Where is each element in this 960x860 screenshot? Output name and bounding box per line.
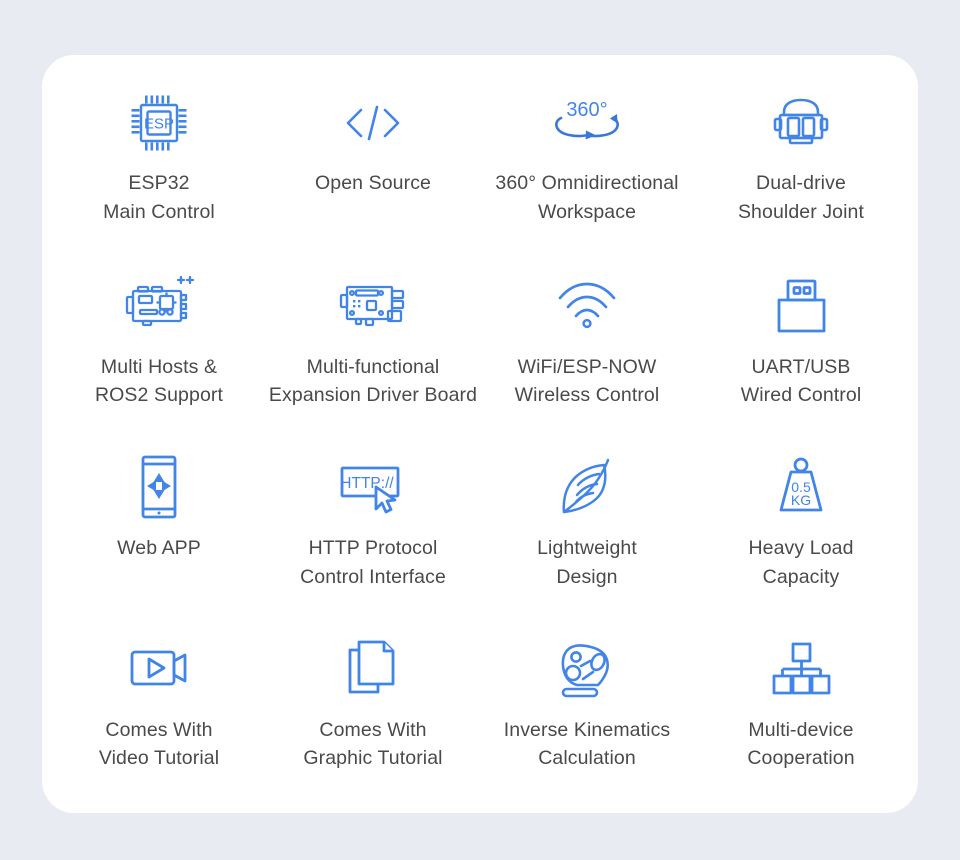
feature-cell-uart-usb-wired-control: UART/USB Wired Control <box>694 255 908 437</box>
feature-label: Lightweight Design <box>537 537 637 588</box>
feature-label: WiFi/ESP-NOW Wireless Control <box>514 355 660 407</box>
code-brackets-icon <box>337 87 409 159</box>
feature-cell-dual-drive-shoulder-joint: Dual-drive Shoulder Joint <box>694 73 908 255</box>
video-camera-icon <box>121 632 197 706</box>
feature-label: Comes With Video Tutorial <box>98 718 220 770</box>
device-hierarchy-icon <box>766 632 836 706</box>
feature-cell-comes-with-graphic-tutorial: Comes With Graphic Tutorial <box>266 618 480 800</box>
feature-card: ESP ESP32 Main Control Open Source 360° … <box>42 55 918 813</box>
documents-icon <box>340 632 406 706</box>
feature-cell-esp32-main-control: ESP ESP32 Main Control <box>52 73 266 255</box>
usb-connector-icon <box>768 269 834 343</box>
feature-label: Web APP <box>117 537 201 559</box>
feature-cell-http-protocol-control-interface: HTTP:// HTTP Protocol Control Interface <box>266 436 480 618</box>
feather-icon <box>551 450 623 524</box>
feature-label: Comes With Graphic Tutorial <box>303 718 443 770</box>
wifi-icon <box>551 269 623 343</box>
esp32-chip-icon: ESP <box>123 87 195 159</box>
feature-cell-inverse-kinematics-calculation: Inverse Kinematics Calculation <box>480 618 694 800</box>
feature-label: UART/USB Wired Control <box>740 355 862 407</box>
expansion-driver-board-icon <box>336 269 410 343</box>
feature-label: Dual-drive Shoulder Joint <box>737 172 865 223</box>
robot-arm-joints-icon <box>551 632 623 706</box>
feature-grid: ESP ESP32 Main Control Open Source 360° … <box>42 55 918 813</box>
feature-cell-wifi-espnow-wireless-control: WiFi/ESP-NOW Wireless Control <box>480 255 694 437</box>
feature-cell-multi-device-cooperation: Multi-device Cooperation <box>694 618 908 800</box>
feature-label: Multi Hosts & ROS2 Support <box>94 355 224 407</box>
feature-cell-web-app: Web APP <box>52 436 266 618</box>
feature-label: Heavy Load Capacity <box>748 537 854 588</box>
feature-label: ESP32 Main Control <box>103 172 215 223</box>
esp32-chip-icon-text: ESP <box>144 116 174 133</box>
rotation-360-icon-text: 360° <box>566 99 607 121</box>
rotation-360-icon: 360° <box>539 87 635 159</box>
feature-label: 360° Omnidirectional Workspace <box>495 172 679 223</box>
feature-label: HTTP Protocol Control Interface <box>300 537 446 588</box>
http-cursor-icon-text: HTTP:// <box>340 475 394 492</box>
http-cursor-icon: HTTP:// <box>333 450 413 524</box>
feature-cell-open-source: Open Source <box>266 73 480 255</box>
feature-cell-heavy-load-capacity: 0.5 KG Heavy Load Capacity <box>694 436 908 618</box>
feature-label: Open Source <box>314 172 431 194</box>
feature-label: Multi-functional Expansion Driver Board <box>268 355 478 407</box>
feature-cell-comes-with-video-tutorial: Comes With Video Tutorial <box>52 618 266 800</box>
feature-cell-multi-hosts-ros2-support: Multi Hosts & ROS2 Support <box>52 255 266 437</box>
feature-cell-lightweight-design: Lightweight Design <box>480 436 694 618</box>
multi-host-board-icon <box>121 269 197 343</box>
feature-label: Inverse Kinematics Calculation <box>503 718 671 770</box>
dual-motor-joint-icon <box>765 87 837 159</box>
feature-cell-360-omnidirectional-workspace: 360° 360° Omnidirectional Workspace <box>480 73 694 255</box>
weight-icon: 0.5 KG <box>766 450 836 524</box>
feature-label: Multi-device Cooperation <box>747 718 855 770</box>
tablet-dpad-icon <box>128 450 190 524</box>
feature-cell-multi-functional-expansion-driver-board: Multi-functional Expansion Driver Board <box>266 255 480 437</box>
weight-icon-text-line2: KG <box>791 492 811 508</box>
